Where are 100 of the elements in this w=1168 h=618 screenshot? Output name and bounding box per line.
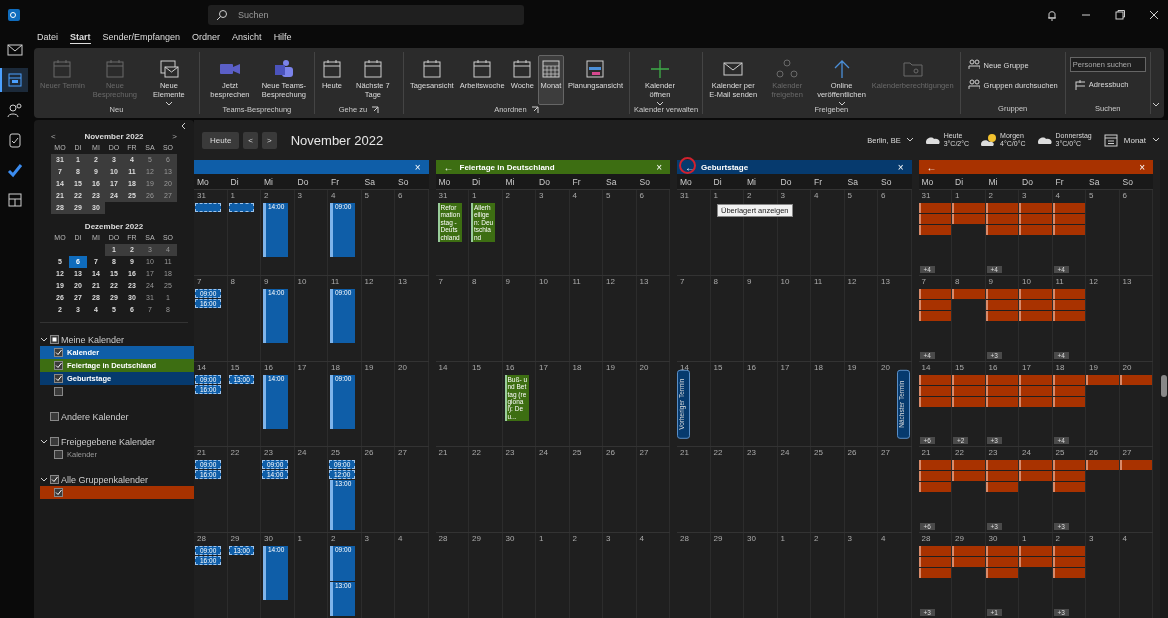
- event-bar[interactable]: [952, 460, 985, 471]
- event-bar[interactable]: [1086, 374, 1119, 385]
- menu-tab[interactable]: Datei: [37, 32, 58, 44]
- previous-button[interactable]: <: [243, 131, 259, 149]
- calendar-group-label[interactable]: Alle Gruppenkalender: [61, 474, 149, 485]
- event-bar[interactable]: [1052, 299, 1085, 310]
- event-bar[interactable]: [952, 374, 985, 385]
- calendar-tab-header[interactable]: ← Feiertage in Deutschland ×: [435, 160, 670, 174]
- menu-tab[interactable]: Start: [70, 32, 91, 44]
- event-bar[interactable]: [1052, 482, 1085, 493]
- overlay-arrow-button[interactable]: ←: [685, 161, 695, 173]
- event-bar[interactable]: [1052, 385, 1085, 396]
- event-bar[interactable]: [985, 568, 1018, 579]
- event-bar[interactable]: [1052, 460, 1085, 471]
- event-bar[interactable]: [1052, 568, 1085, 579]
- event-bar[interactable]: [1019, 385, 1052, 396]
- checkbox[interactable]: [54, 450, 63, 459]
- event-bar[interactable]: [1052, 288, 1085, 299]
- event-bar[interactable]: [1019, 471, 1052, 482]
- event-bar[interactable]: [985, 299, 1018, 310]
- event-bar[interactable]: [1019, 557, 1052, 568]
- previous-month-button[interactable]: <: [51, 131, 56, 141]
- chevron-icon[interactable]: [40, 475, 48, 484]
- event-bar[interactable]: [985, 482, 1018, 493]
- checkbox[interactable]: [54, 387, 63, 396]
- event-bar[interactable]: [985, 546, 1018, 557]
- event-bar[interactable]: [985, 225, 1018, 235]
- navigation-button[interactable]: [0, 68, 28, 92]
- checkbox[interactable]: [50, 412, 59, 421]
- calendar-tab-header[interactable]: ×: [194, 160, 429, 174]
- event-bar[interactable]: [985, 557, 1018, 568]
- event-bar[interactable]: [918, 557, 951, 568]
- close-button[interactable]: ×: [897, 161, 904, 173]
- restore-icon[interactable]: [1114, 9, 1126, 21]
- checkbox[interactable]: [50, 335, 59, 344]
- overlay-arrow-button[interactable]: ←: [443, 161, 454, 173]
- event-bar[interactable]: [952, 471, 985, 482]
- event-bar[interactable]: [918, 310, 951, 321]
- checkbox[interactable]: [54, 374, 63, 383]
- close-button[interactable]: ×: [414, 161, 421, 173]
- checkbox[interactable]: [50, 475, 59, 484]
- event[interactable]: [228, 203, 254, 212]
- search-bar[interactable]: Suchen: [208, 5, 524, 25]
- calendar-group-label[interactable]: Meine Kalender: [61, 334, 125, 345]
- event-bar[interactable]: [1052, 225, 1085, 235]
- checkbox[interactable]: [54, 488, 63, 497]
- event-bar[interactable]: [985, 310, 1018, 321]
- event-bar[interactable]: [1019, 310, 1052, 321]
- event-bar[interactable]: [918, 385, 951, 396]
- event-bar[interactable]: [1019, 396, 1052, 407]
- calendar-tab-header[interactable]: ← Geburtstage ×: [677, 160, 912, 174]
- event-bar[interactable]: [1119, 374, 1152, 385]
- close-button[interactable]: ×: [1139, 161, 1145, 173]
- chevron-icon[interactable]: [40, 335, 48, 344]
- event-bar[interactable]: [952, 557, 985, 568]
- event-bar[interactable]: [985, 471, 1018, 482]
- today-button[interactable]: Heute: [202, 131, 240, 149]
- event-bar[interactable]: [952, 396, 985, 407]
- event-bar[interactable]: [985, 460, 1018, 471]
- event-bar[interactable]: [1119, 460, 1152, 471]
- event-bar[interactable]: [1052, 471, 1085, 482]
- next-month-button[interactable]: >: [172, 131, 177, 141]
- calendar-group-label[interactable]: Andere Kalender: [61, 411, 129, 422]
- event-bar[interactable]: [918, 471, 951, 482]
- event-bar[interactable]: [1052, 214, 1085, 224]
- event-bar[interactable]: [918, 374, 951, 385]
- menu-tab[interactable]: Sender/Empfangen: [102, 32, 181, 44]
- scrollbar[interactable]: [1160, 160, 1168, 618]
- event-bar[interactable]: [1052, 557, 1085, 568]
- event-bar[interactable]: [1052, 203, 1085, 213]
- event-bar[interactable]: [918, 214, 951, 224]
- event-bar[interactable]: [918, 299, 951, 310]
- event-bar[interactable]: [952, 546, 985, 557]
- event-bar[interactable]: [918, 288, 951, 299]
- event-bar[interactable]: [918, 482, 951, 493]
- event-bar[interactable]: [985, 214, 1018, 224]
- chevron-icon[interactable]: [40, 437, 48, 446]
- view-dropdown[interactable]: Monat: [1103, 133, 1160, 147]
- checkbox[interactable]: [54, 348, 63, 357]
- search-field[interactable]: Suchen: [236, 9, 516, 21]
- event-bar[interactable]: [1052, 546, 1085, 557]
- event-bar[interactable]: [918, 225, 951, 235]
- event-bar[interactable]: [918, 203, 951, 213]
- event-bar[interactable]: [1052, 310, 1085, 321]
- menu-tab[interactable]: Hilfe: [273, 32, 292, 44]
- event-bar[interactable]: [1019, 460, 1052, 471]
- close-icon[interactable]: [1148, 9, 1160, 21]
- checkbox[interactable]: [54, 361, 63, 370]
- event-bar[interactable]: [1019, 374, 1052, 385]
- event-bar[interactable]: [952, 288, 985, 299]
- event-bar[interactable]: [1019, 546, 1052, 557]
- event-bar[interactable]: [918, 460, 951, 471]
- event-bar[interactable]: [1019, 299, 1052, 310]
- checkbox[interactable]: [50, 437, 59, 446]
- event-bar[interactable]: [918, 546, 951, 557]
- calendar-tab-header[interactable]: ← ×: [918, 160, 1153, 174]
- event-bar[interactable]: [952, 385, 985, 396]
- menu-tab[interactable]: Ansicht: [232, 32, 262, 44]
- event-bar[interactable]: [985, 203, 1018, 213]
- event-bar[interactable]: [985, 374, 1018, 385]
